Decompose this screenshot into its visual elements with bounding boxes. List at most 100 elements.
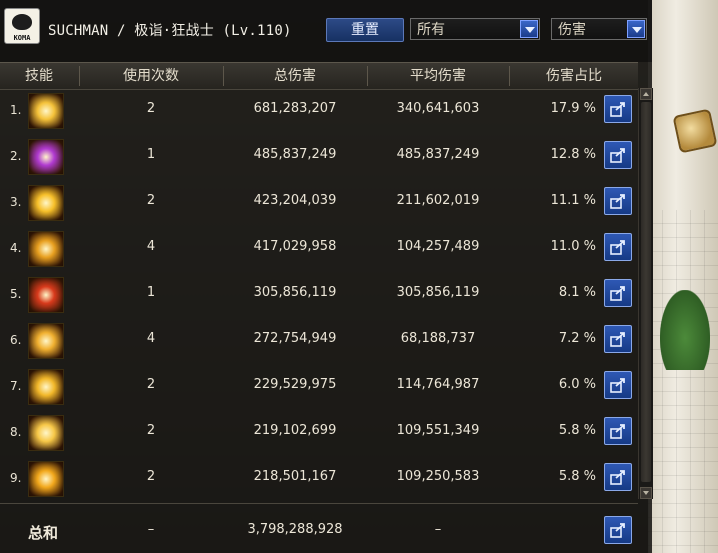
damage-share: 17.9 % [550,101,596,116]
row-rank: 4. [10,241,22,255]
share-button[interactable] [604,325,632,353]
scrollbar-thumb[interactable] [641,102,651,482]
table-row[interactable]: 5. 1 305,856,119 305,856,119 8.1 % [0,272,638,318]
reset-button[interactable]: 重置 [326,18,404,42]
row-rank: 9. [10,471,22,485]
share-icon [610,378,625,393]
skill-icon [28,93,64,129]
total-damage: 218,501,167 [253,469,337,484]
table-row[interactable]: 3. 2 423,204,039 211,602,019 11.1 % [0,180,638,226]
column-header-skill[interactable]: 技能 [0,63,78,89]
avatar: KOMA [4,8,40,44]
average-damage: 211,602,019 [396,193,480,208]
background-tile [648,210,718,553]
share-icon [610,148,625,163]
chevron-down-icon[interactable] [627,20,645,38]
panel-top-bar: KOMA SUCHMAN / 极诣·狂战士 (Lv.110) 重置 所有 伤害 [0,0,652,62]
share-button[interactable] [604,463,632,491]
total-damage: 423,204,039 [253,193,337,208]
table-row[interactable]: 7. 2 229,529,975 114,764,987 6.0 % [0,364,638,410]
skill-icon [28,461,64,497]
uses-count: 4 [146,239,156,254]
metric-select[interactable]: 伤害 [551,18,647,40]
row-rank: 6. [10,333,22,347]
column-header-uses[interactable]: 使用次数 [80,63,222,89]
skill-icon [28,415,64,451]
filter-select-value: 所有 [417,22,445,38]
table-scrollbar[interactable] [638,88,653,499]
table-row[interactable]: 2. 1 485,837,249 485,837,249 12.8 % [0,134,638,180]
total-damage: 229,529,975 [253,377,337,392]
chevron-down-icon[interactable] [520,20,538,38]
uses-count: 2 [146,423,156,438]
damage-share: 6.0 % [558,377,596,392]
player-name-class: SUCHMAN / 极诣·狂战士 (Lv.110) [48,23,292,39]
column-header-average-damage[interactable]: 平均伤害 [368,63,508,89]
share-button[interactable] [604,371,632,399]
skill-icon [28,139,64,175]
skill-icon [28,231,64,267]
avatar-face [12,14,32,30]
total-damage: 305,856,119 [253,285,337,300]
quest-scroll-icon[interactable] [672,108,718,154]
damage-share: 12.8 % [550,147,596,162]
average-damage: 68,188,737 [400,331,476,346]
table-row[interactable]: 9. 2 218,501,167 109,250,583 5.8 % [0,456,638,502]
share-icon [610,523,625,538]
share-button[interactable] [604,141,632,169]
total-damage-sum: 3,798,288,928 [247,522,343,537]
metric-select-value: 伤害 [558,22,586,38]
column-header-damage-share[interactable]: 伤害占比 [510,63,638,89]
total-damage: 219,102,699 [253,423,337,438]
filter-select[interactable]: 所有 [410,18,540,40]
share-button[interactable] [604,95,632,123]
total-damage: 681,283,207 [253,101,337,116]
share-button[interactable] [604,187,632,215]
uses-count: 2 [146,193,156,208]
background-plant [660,290,710,370]
uses-count: 1 [146,147,156,162]
table-row[interactable]: 8. 2 219,102,699 109,551,349 5.8 % [0,410,638,456]
share-icon [610,470,625,485]
scroll-down-icon[interactable] [640,487,652,499]
skill-icon [28,185,64,221]
total-damage: 272,754,949 [253,331,337,346]
uses-count: 2 [146,377,156,392]
skill-icon [28,323,64,359]
row-rank: 7. [10,379,22,393]
share-button[interactable] [604,417,632,445]
skill-icon [28,369,64,405]
skill-icon [28,277,64,313]
uses-count: 1 [146,285,156,300]
average-damage: 104,257,489 [396,239,480,254]
share-button[interactable] [604,233,632,261]
row-rank: 1. [10,103,22,117]
damage-share: 7.2 % [558,331,596,346]
total-label: 总和 [28,524,59,542]
average-damage: 305,856,119 [396,285,480,300]
total-damage: 485,837,249 [253,147,337,162]
total-average: – [434,522,442,537]
row-rank: 3. [10,195,22,209]
share-button[interactable] [604,279,632,307]
uses-count: 2 [146,469,156,484]
uses-count: 2 [146,101,156,116]
total-uses: – [147,522,155,537]
table-row[interactable]: 1. 2 681,283,207 340,641,603 17.9 % [0,88,638,134]
damage-share: 8.1 % [558,285,596,300]
scroll-up-icon[interactable] [640,88,652,100]
average-damage: 114,764,987 [396,377,480,392]
share-icon [610,102,625,117]
avatar-tag: KOMA [13,34,31,42]
share-icon [610,332,625,347]
average-damage: 340,641,603 [396,101,480,116]
table-header: 技能 使用次数 总伤害 平均伤害 伤害占比 [0,62,638,90]
share-button[interactable] [604,516,632,544]
column-header-total-damage[interactable]: 总伤害 [224,63,366,89]
damage-share: 5.8 % [558,423,596,438]
average-damage: 109,551,349 [396,423,480,438]
share-icon [610,194,625,209]
share-icon [610,286,625,301]
table-row[interactable]: 4. 4 417,029,958 104,257,489 11.0 % [0,226,638,272]
table-row[interactable]: 6. 4 272,754,949 68,188,737 7.2 % [0,318,638,364]
